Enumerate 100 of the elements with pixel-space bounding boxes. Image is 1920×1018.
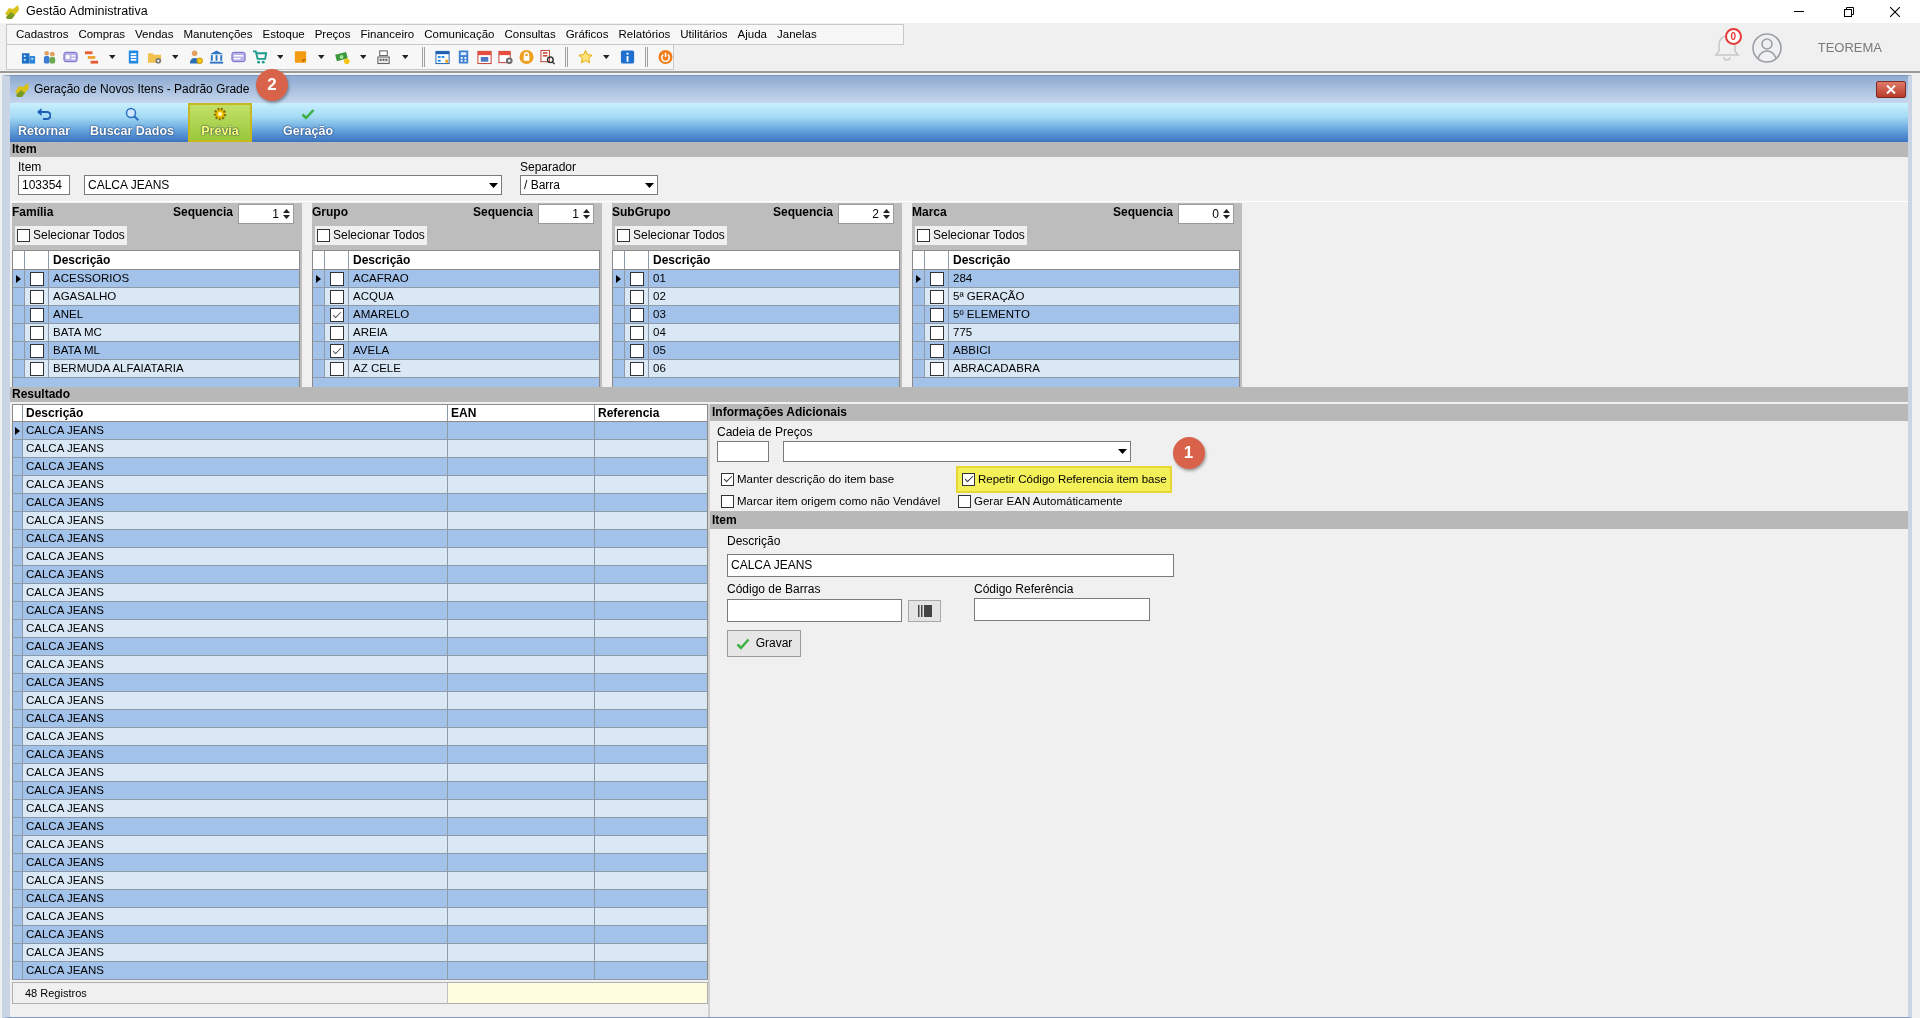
row-indicator[interactable] bbox=[313, 270, 325, 287]
power-icon[interactable] bbox=[657, 49, 673, 65]
caret-icon[interactable] bbox=[276, 55, 284, 59]
menu-item[interactable]: Financeiro bbox=[355, 25, 420, 44]
select-all-checkbox[interactable]: Selecionar Todos bbox=[315, 226, 427, 245]
menu-item[interactable]: Preços bbox=[309, 25, 356, 44]
row-checkbox[interactable] bbox=[629, 361, 644, 376]
grid-row[interactable]: CALCA JEANS bbox=[12, 584, 708, 602]
card-icon[interactable] bbox=[230, 49, 246, 65]
grid-row[interactable]: CALCA JEANS bbox=[12, 512, 708, 530]
row-checkbox[interactable] bbox=[929, 289, 944, 304]
grid-row[interactable]: CALCA JEANS bbox=[12, 746, 708, 764]
grid-row[interactable]: AVELA bbox=[313, 342, 599, 360]
row-checkbox[interactable] bbox=[29, 289, 44, 304]
card-icon[interactable] bbox=[63, 49, 79, 65]
sequence-spinner[interactable]: 0 bbox=[1178, 204, 1234, 224]
grid-row[interactable]: CALCA JEANS bbox=[12, 926, 708, 944]
grid-row[interactable]: CALCA JEANS bbox=[12, 728, 708, 746]
grid-row[interactable]: BATA MC bbox=[13, 324, 299, 342]
grid-row[interactable]: CALCA JEANS bbox=[12, 440, 708, 458]
report-search-icon[interactable] bbox=[540, 49, 556, 65]
grid-row[interactable]: 03 bbox=[613, 306, 899, 324]
grid-row[interactable]: AREIA bbox=[313, 324, 599, 342]
grid-row[interactable]: CALCA JEANS bbox=[12, 854, 708, 872]
menu-item[interactable]: Compras bbox=[73, 25, 131, 44]
row-checkbox[interactable] bbox=[29, 325, 44, 340]
menu-item[interactable]: Consultas bbox=[499, 25, 561, 44]
bell-icon[interactable] bbox=[1713, 33, 1740, 62]
row-checkbox[interactable] bbox=[329, 325, 344, 340]
row-checkbox[interactable] bbox=[329, 361, 344, 376]
grid-row[interactable]: CALCA JEANS bbox=[12, 548, 708, 566]
menu-item[interactable]: Gráficos bbox=[560, 25, 614, 44]
hierarchy-icon[interactable] bbox=[84, 49, 100, 65]
bars-button[interactable] bbox=[908, 599, 941, 622]
grid-row[interactable]: CALCA JEANS bbox=[12, 422, 708, 440]
row-checkbox[interactable] bbox=[29, 343, 44, 358]
row-checkbox[interactable] bbox=[629, 271, 644, 286]
caret-icon[interactable] bbox=[401, 55, 409, 59]
menu-item[interactable]: Manutenções bbox=[178, 25, 258, 44]
row-checkbox[interactable] bbox=[629, 307, 644, 322]
person-coin-icon[interactable] bbox=[188, 49, 204, 65]
row-checkbox[interactable] bbox=[629, 325, 644, 340]
menu-item[interactable]: Estoque bbox=[257, 25, 310, 44]
sequence-spinner[interactable]: 1 bbox=[238, 204, 294, 224]
grid-row[interactable]: CALCA JEANS bbox=[12, 872, 708, 890]
calendar-icon[interactable] bbox=[477, 49, 493, 65]
grid-row[interactable]: ABRACADABRA bbox=[913, 360, 1239, 378]
grid-row[interactable]: BERMUDA ALFAIATARIA bbox=[13, 360, 299, 378]
row-checkbox[interactable] bbox=[29, 307, 44, 322]
checkbox[interactable]: Marcar item origem como não Vendável bbox=[719, 493, 941, 510]
row-checkbox[interactable] bbox=[329, 271, 344, 286]
grid-row[interactable]: AZ CELE bbox=[313, 360, 599, 378]
grid-row[interactable]: AMARELO bbox=[313, 306, 599, 324]
grid-row[interactable]: CALCA JEANS bbox=[12, 620, 708, 638]
menu-item[interactable]: Comunicação bbox=[419, 25, 500, 44]
row-checkbox[interactable] bbox=[29, 271, 44, 286]
grid-row[interactable]: CALCA JEANS bbox=[12, 836, 708, 854]
grid-row[interactable]: 02 bbox=[613, 288, 899, 306]
close-icon[interactable] bbox=[1890, 6, 1900, 17]
close-button[interactable] bbox=[1876, 81, 1906, 98]
row-checkbox[interactable] bbox=[629, 289, 644, 304]
calendar-gear-icon[interactable] bbox=[498, 49, 514, 65]
save-button[interactable]: Gravar bbox=[727, 630, 801, 657]
grid-row[interactable]: CALCA JEANS bbox=[12, 602, 708, 620]
checkbox[interactable]: Repetir Código Referencia item base bbox=[956, 466, 1172, 493]
cart-icon[interactable] bbox=[251, 49, 267, 65]
row-checkbox[interactable] bbox=[929, 271, 944, 286]
select-all-checkbox[interactable]: Selecionar Todos bbox=[15, 226, 127, 245]
sequence-spinner[interactable]: 1 bbox=[538, 204, 594, 224]
menu-item[interactable]: Janelas bbox=[772, 25, 822, 44]
grid-row[interactable]: ANEL bbox=[13, 306, 299, 324]
grid-row[interactable]: CALCA JEANS bbox=[12, 800, 708, 818]
grid-row[interactable]: CALCA JEANS bbox=[12, 656, 708, 674]
grid-row[interactable]: 5º ELEMENTO bbox=[913, 306, 1239, 324]
grid-row[interactable]: CALCA JEANS bbox=[12, 944, 708, 962]
grid-row[interactable]: BATA ML bbox=[13, 342, 299, 360]
grid-row[interactable]: 284 bbox=[913, 270, 1239, 288]
description-combo[interactable]: CALCA JEANS bbox=[84, 175, 502, 195]
grid-row[interactable]: CALCA JEANS bbox=[12, 890, 708, 908]
grid-row[interactable]: 5ª GERAÇÃO bbox=[913, 288, 1239, 306]
row-checkbox[interactable] bbox=[929, 325, 944, 340]
grid-row[interactable]: CALCA JEANS bbox=[12, 530, 708, 548]
lock-icon[interactable] bbox=[519, 49, 535, 65]
caret-icon[interactable] bbox=[109, 55, 116, 59]
restore-icon[interactable] bbox=[1844, 6, 1854, 17]
menu-item[interactable]: Utilitários bbox=[675, 25, 733, 44]
note-icon[interactable] bbox=[293, 49, 309, 65]
row-checkbox[interactable] bbox=[929, 307, 944, 322]
grid-row[interactable]: 01 bbox=[613, 270, 899, 288]
grid-row[interactable]: CALCA JEANS bbox=[12, 962, 708, 980]
barcode-field[interactable] bbox=[727, 599, 902, 622]
grid-row[interactable]: CALCA JEANS bbox=[12, 458, 708, 476]
caret-icon[interactable] bbox=[359, 55, 367, 59]
menu-item[interactable]: Ajuda bbox=[732, 25, 772, 44]
grid-row[interactable]: CALCA JEANS bbox=[12, 674, 708, 692]
select-all-checkbox[interactable]: Selecionar Todos bbox=[915, 226, 1027, 245]
grid-row[interactable]: 05 bbox=[613, 342, 899, 360]
grid-row[interactable]: CALCA JEANS bbox=[12, 908, 708, 926]
grid-row[interactable]: ABBICI bbox=[913, 342, 1239, 360]
grid-row[interactable]: CALCA JEANS bbox=[12, 710, 708, 728]
